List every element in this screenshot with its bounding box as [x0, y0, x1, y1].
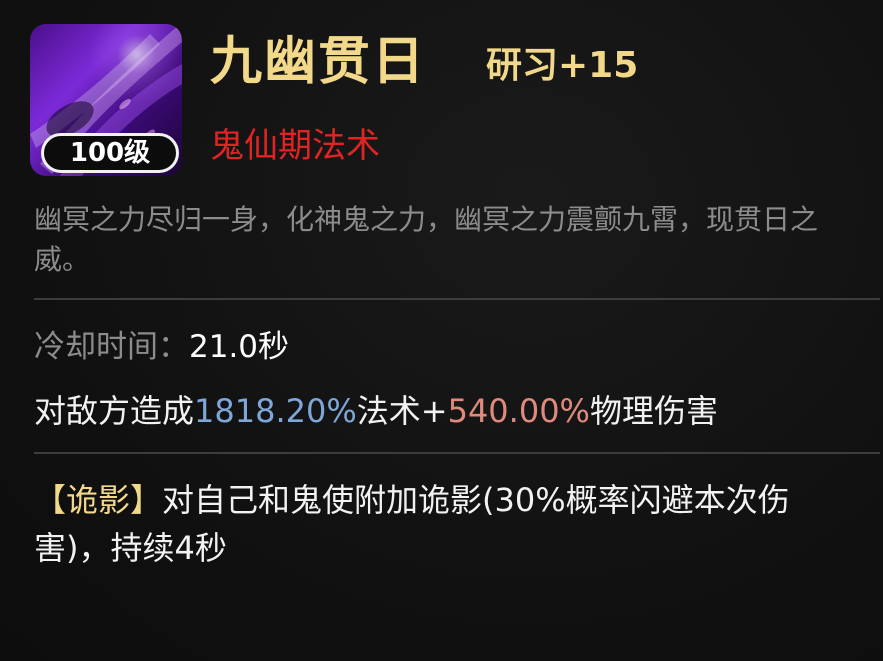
skill-name: 九幽贯日	[210, 32, 427, 92]
effect-description: 【诡影】对自己和鬼使附加诡影(30%概率闪避本次伤害)，持续4秒	[34, 476, 864, 572]
study-bonus: 研习+15	[486, 45, 639, 86]
cooldown-row: 冷却时间：21.0秒	[34, 324, 289, 370]
divider	[34, 298, 880, 300]
damage-magic-label: 法术	[356, 392, 421, 430]
cooldown-label: 冷却时间：	[34, 329, 189, 365]
divider	[34, 452, 880, 454]
damage-suffix: 物理伤害	[589, 392, 718, 430]
damage-phys-value: 540.00%	[447, 392, 590, 430]
damage-plus: +	[420, 392, 448, 430]
damage-prefix: 对敌方造成	[34, 392, 195, 430]
damage-row: 对敌方造成1818.20%法术+540.00%物理伤害	[34, 388, 718, 434]
skill-tooltip-panel: 100级 九幽贯日 研习+15 鬼仙期法术 幽冥之力尽归一身，化神鬼之力，幽冥之…	[0, 0, 883, 661]
cooldown-value: 21.0秒	[189, 329, 290, 365]
level-badge: 100级	[41, 133, 179, 173]
skill-description: 幽冥之力尽归一身，化神鬼之力，幽冥之力震颤九霄，现贯日之威。	[34, 203, 819, 276]
effect-tag: 【诡影】	[34, 481, 163, 519]
damage-magic-value: 1818.20%	[194, 392, 357, 430]
skill-category: 鬼仙期法术	[210, 126, 380, 166]
